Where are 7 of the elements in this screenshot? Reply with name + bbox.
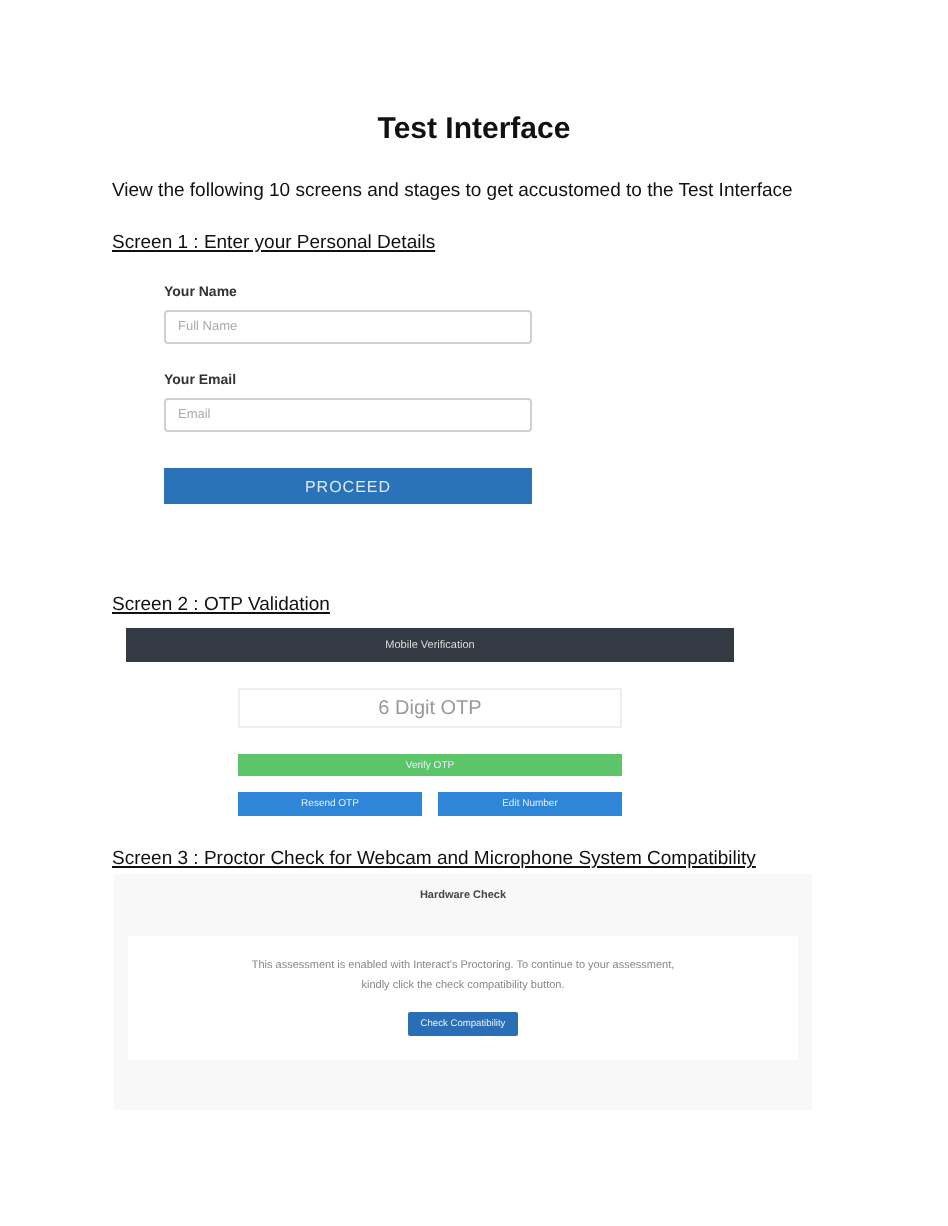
intro-text: View the following 10 screens and stages to get accustomed to the Test Interface	[112, 180, 795, 202]
section-heading: Screen 2 : OTP Validation	[112, 594, 332, 616]
page-title: Test Interface	[375, 110, 573, 150]
section-heading: Screen 1 : Enter your Personal Details	[112, 232, 438, 254]
otp-field[interactable]: 6 Digit OTP	[238, 688, 622, 728]
proceed-button[interactable]: PROCEED	[164, 468, 532, 504]
section-heading: Screen 3 : Proctor Check for Webcam and Microphone System Compatibility	[112, 848, 758, 870]
